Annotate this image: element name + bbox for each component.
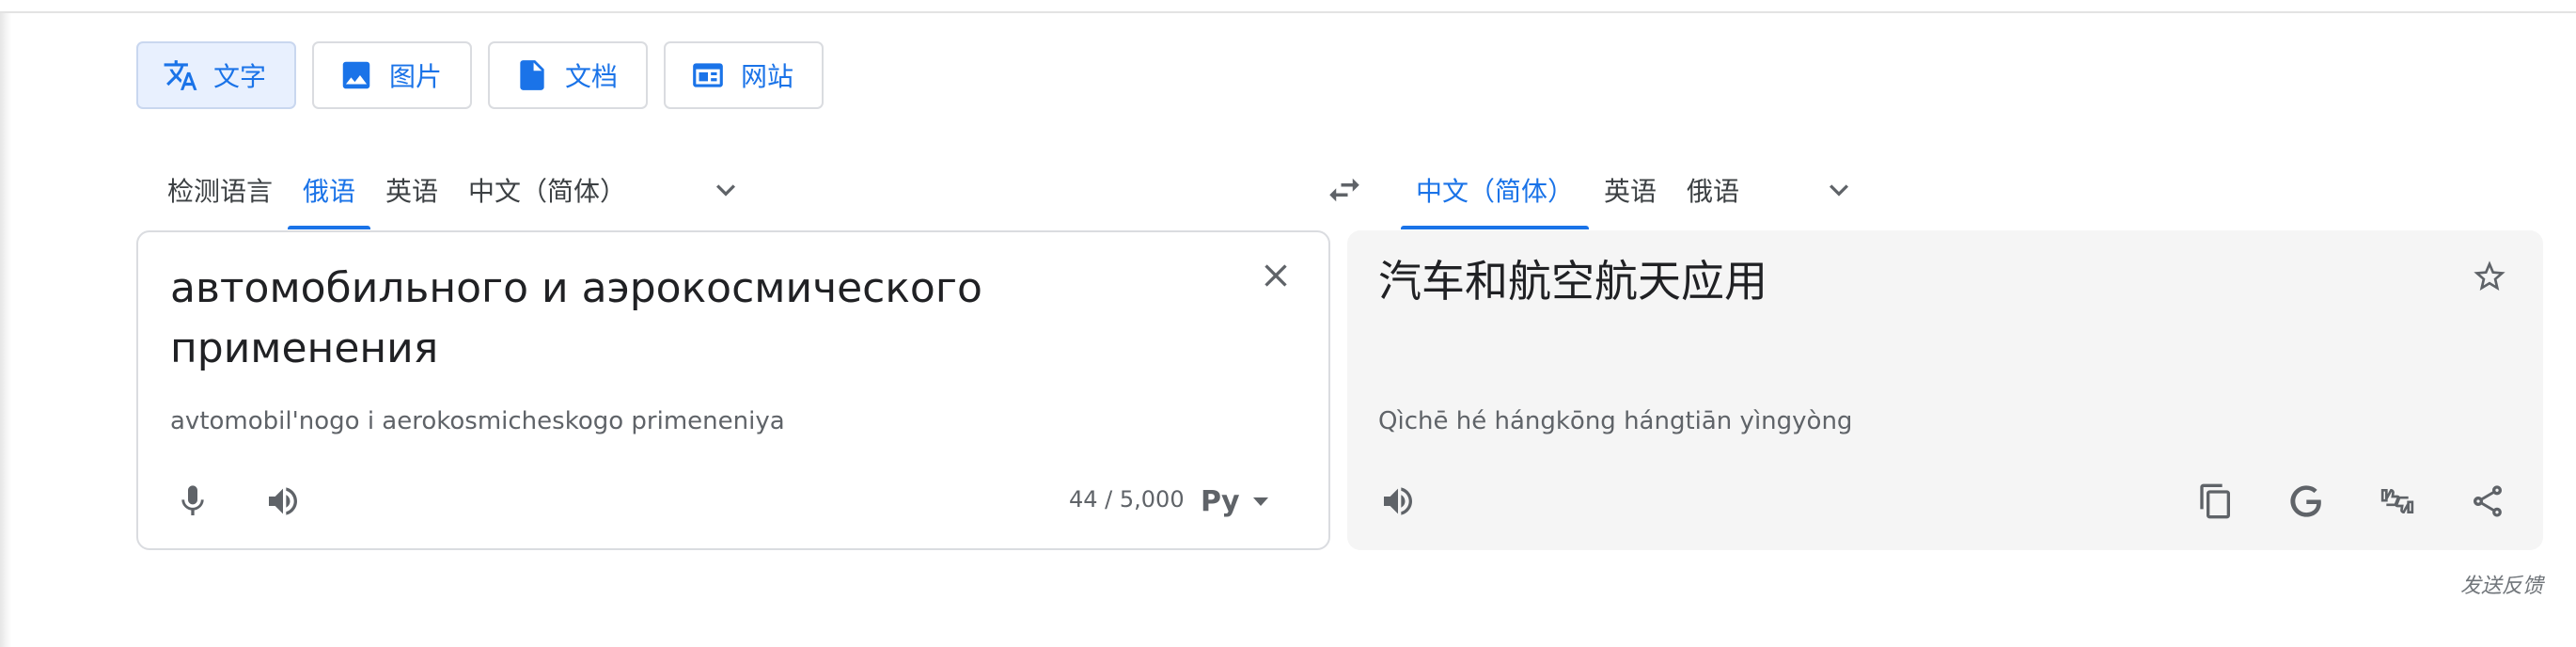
chevron-down-icon <box>1830 184 1849 197</box>
source-language-bar: 检测语言 俄语 英语 中文（简体） <box>150 150 754 229</box>
speaker-icon <box>1384 487 1412 515</box>
voice-input-button[interactable] <box>163 471 223 531</box>
translation-output: 汽车和航空航天应用 <box>1378 256 1767 307</box>
close-icon <box>1264 264 1287 287</box>
document-icon <box>520 60 544 90</box>
more-source-languages-button[interactable] <box>698 162 754 218</box>
translate-icon <box>164 60 197 90</box>
website-icon <box>693 63 723 87</box>
more-target-languages-button[interactable] <box>1811 162 1867 218</box>
thumbs-up-down-icon <box>2380 488 2414 514</box>
tab-images[interactable]: 图片 <box>312 41 473 109</box>
top-divider <box>0 0 2576 13</box>
left-edge-shadow <box>0 0 11 647</box>
source-lang-chinese-simplified[interactable]: 中文（简体） <box>453 150 641 229</box>
tab-websites-label: 网站 <box>741 61 794 92</box>
speaker-icon <box>269 487 297 515</box>
copy-icon <box>2200 483 2230 519</box>
search-with-google-button[interactable] <box>2276 471 2336 531</box>
listen-source-button[interactable] <box>253 471 313 531</box>
share-translation-button[interactable] <box>2458 471 2518 531</box>
target-lang-chinese-simplified[interactable]: 中文（简体） <box>1401 150 1590 229</box>
chevron-down-icon <box>716 184 736 197</box>
tab-documents-label: 文档 <box>565 61 619 92</box>
source-lang-russian[interactable]: 俄语 <box>288 150 371 229</box>
target-lang-english[interactable]: 英语 <box>1589 150 1672 229</box>
translation-romanization: Qìchē hé hángkōng hángtiān yìngyòng <box>1378 407 1853 435</box>
listen-translation-button[interactable] <box>1368 471 1428 531</box>
input-tools-button[interactable]: Ру <box>1201 475 1268 528</box>
save-translation-button[interactable] <box>2459 246 2520 307</box>
tab-text-label: 文字 <box>213 61 267 92</box>
swap-languages-button[interactable] <box>1314 160 1374 220</box>
swap-icon <box>1329 178 1359 202</box>
caret-down-icon <box>1252 497 1268 506</box>
image-icon <box>342 61 370 89</box>
microphone-icon <box>181 485 204 515</box>
source-lang-english[interactable]: 英语 <box>370 150 453 229</box>
source-panel: автомобильного и аэрокосмического примен… <box>136 230 1330 550</box>
clear-source-button[interactable] <box>1246 245 1306 306</box>
share-icon <box>2474 485 2502 517</box>
send-feedback-link[interactable]: 发送反馈 <box>2460 569 2543 599</box>
tab-images-label: 图片 <box>389 61 443 92</box>
target-panel: 汽车和航空航天应用 Qìchē hé hángkōng hángtiān yìn… <box>1347 230 2543 550</box>
tab-websites[interactable]: 网站 <box>664 41 825 109</box>
star-icon <box>2474 260 2505 291</box>
copy-translation-button[interactable] <box>2186 471 2246 531</box>
mode-tabs: 文字 图片 文档 网站 <box>136 41 825 109</box>
target-lang-russian[interactable]: 俄语 <box>1672 150 1754 229</box>
tab-documents[interactable]: 文档 <box>488 41 649 109</box>
source-text-input[interactable]: автомобильного и аэрокосмического примен… <box>170 259 1223 379</box>
tab-text[interactable]: 文字 <box>136 41 297 109</box>
target-language-bar: 中文（简体） 英语 俄语 <box>1401 150 1867 229</box>
source-lang-detect[interactable]: 检测语言 <box>150 150 288 229</box>
input-method-label: Ру <box>1201 484 1240 518</box>
google-g-icon <box>2290 485 2321 517</box>
source-transliteration: avtomobil'nogo i aerokosmicheskogo prime… <box>170 407 785 435</box>
rate-translation-button[interactable] <box>2367 471 2427 531</box>
character-count: 44 / 5,000 <box>1069 486 1185 513</box>
